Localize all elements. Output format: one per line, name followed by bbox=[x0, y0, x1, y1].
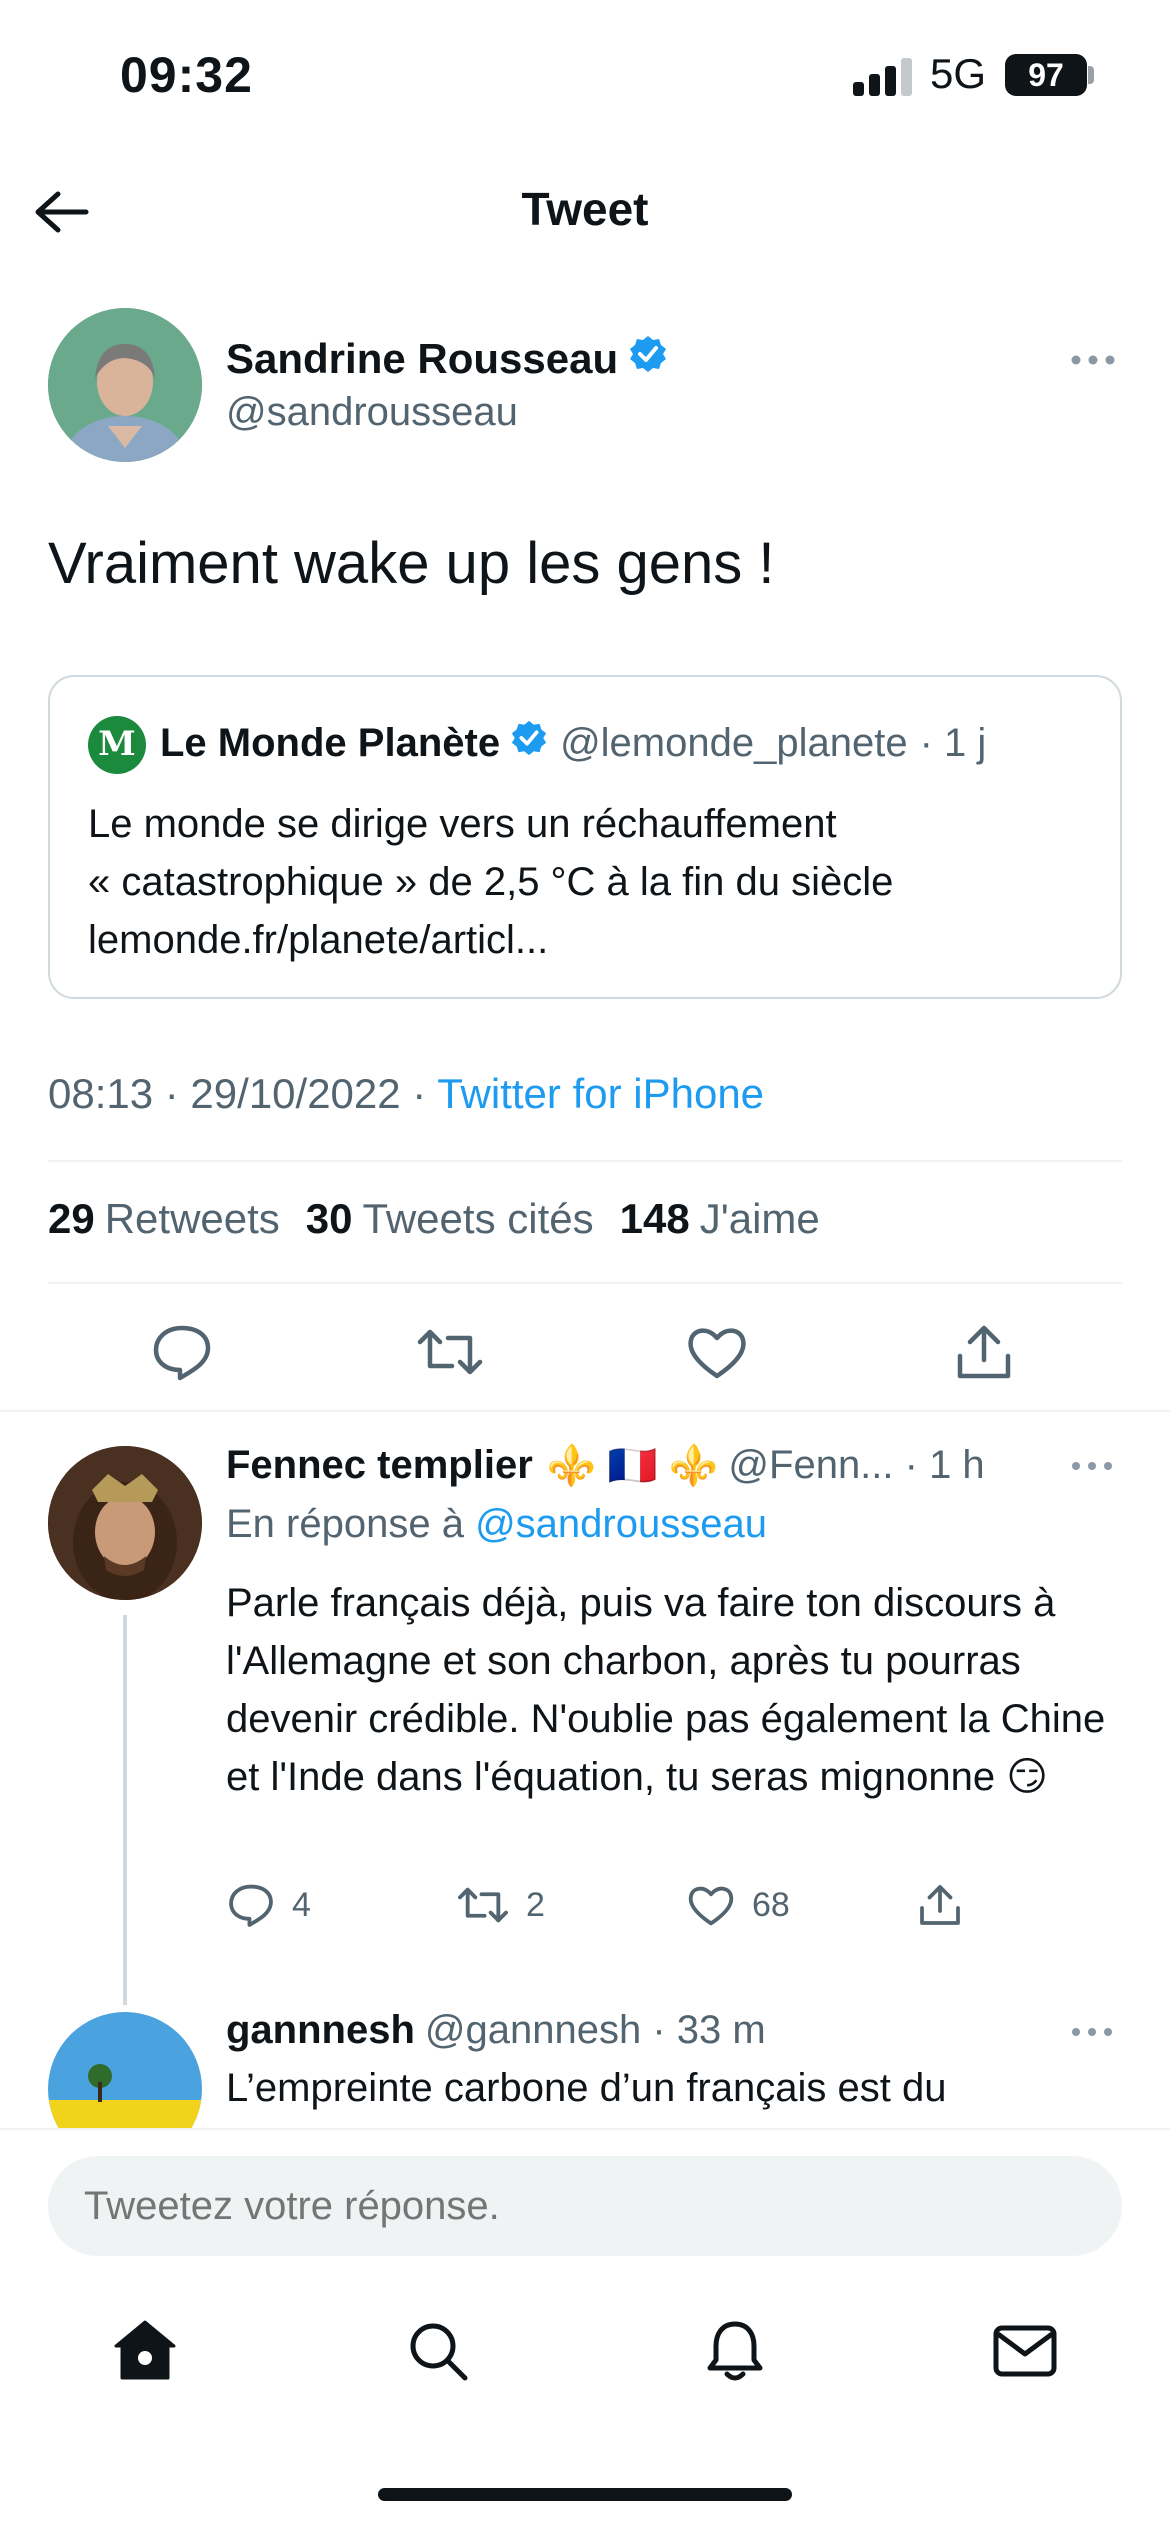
timestamp-text: 08:13 · 29/10/2022 · bbox=[48, 1070, 427, 1117]
reply-count: 4 bbox=[292, 1885, 311, 1924]
header: Tweet bbox=[0, 160, 1170, 260]
more-options-icon[interactable] bbox=[1070, 2014, 1114, 2050]
reply-text: L’empreinte carbone d’un français est du bbox=[226, 2066, 947, 2110]
tweet-text: Vraiment wake up les gens ! bbox=[48, 531, 775, 596]
quoted-time: · 1 j bbox=[919, 720, 987, 765]
quoted-tweet-card[interactable]: M Le Monde Planète @lemonde_planete · 1 … bbox=[48, 675, 1122, 999]
reply-author-emoji: ⚜️ 🇫🇷 ⚜️ bbox=[546, 1444, 719, 1488]
thread-line bbox=[123, 1615, 127, 2005]
avatar[interactable] bbox=[48, 308, 202, 462]
home-indicator bbox=[378, 2488, 792, 2501]
verified-badge-icon bbox=[510, 719, 548, 767]
quotes-stat[interactable]: 30 Tweets cités bbox=[306, 1195, 594, 1243]
reply-author-name[interactable]: Fennec templier bbox=[226, 1443, 533, 1488]
share-icon[interactable] bbox=[952, 1322, 1016, 1382]
divider bbox=[48, 1160, 1122, 1162]
retweets-count: 29 bbox=[48, 1195, 95, 1242]
in-reply-prefix: En réponse à bbox=[226, 1502, 464, 1546]
quoted-author-handle: @lemonde_planete bbox=[560, 720, 908, 765]
retweet-button[interactable]: 2 bbox=[456, 1882, 545, 1928]
search-icon[interactable] bbox=[403, 2316, 473, 2386]
tweet-action-bar bbox=[0, 1300, 1170, 1400]
author-name[interactable]: Sandrine Rousseau bbox=[226, 334, 668, 384]
like-heart-icon[interactable] bbox=[685, 1322, 749, 1382]
likes-count: 148 bbox=[619, 1195, 690, 1242]
quoted-line: Le monde se dirige vers un réchauffement bbox=[88, 802, 837, 846]
share-icon[interactable] bbox=[916, 1882, 964, 1928]
quotes-label: Tweets cités bbox=[362, 1195, 594, 1242]
retweet-count: 2 bbox=[526, 1885, 545, 1924]
like-count: 68 bbox=[752, 1885, 790, 1924]
reply-icon[interactable] bbox=[150, 1322, 214, 1382]
likes-stat[interactable]: 148 J'aime bbox=[620, 1195, 820, 1243]
avatar[interactable] bbox=[48, 1446, 202, 1600]
reply-action-bar: 4 2 68 bbox=[226, 1882, 1106, 1942]
status-time: 09:32 bbox=[120, 47, 253, 103]
divider bbox=[0, 1410, 1170, 1412]
in-reply-handle-link[interactable]: @sandrousseau bbox=[475, 1502, 767, 1546]
tweet-stats: 29 Retweets 30 Tweets cités 148 J'aime bbox=[48, 1195, 820, 1243]
verified-badge-icon bbox=[628, 334, 668, 384]
notifications-bell-icon[interactable] bbox=[700, 2316, 770, 2386]
home-icon[interactable] bbox=[110, 2316, 180, 2386]
messages-mail-icon[interactable] bbox=[990, 2316, 1060, 2386]
page-title: Tweet bbox=[521, 183, 649, 235]
reply-header: Fennec templier ⚜️ 🇫🇷 ⚜️ @Fenn... · 1 h bbox=[226, 1442, 985, 1489]
network-label: 5G bbox=[930, 50, 987, 97]
retweet-icon[interactable] bbox=[416, 1322, 483, 1382]
divider bbox=[48, 1282, 1122, 1284]
quoted-link: lemonde.fr/planete/articl... bbox=[88, 918, 549, 962]
like-button[interactable]: 68 bbox=[686, 1882, 790, 1928]
retweets-label: Retweets bbox=[104, 1195, 280, 1242]
more-options-icon[interactable] bbox=[1068, 340, 1118, 380]
battery-cap bbox=[1088, 66, 1094, 84]
reply-compose-input[interactable] bbox=[48, 2156, 1122, 2256]
in-reply-to: En réponse à @sandrousseau bbox=[226, 1502, 767, 1547]
status-bar: 09:32 5G 97 bbox=[0, 0, 1170, 150]
reply-header: gannnesh @gannnesh · 33 m bbox=[226, 2008, 766, 2053]
reply-author-name[interactable]: gannnesh bbox=[226, 2008, 415, 2053]
reply-author-handle[interactable]: @gannnesh · 33 m bbox=[425, 2008, 766, 2053]
quoted-line: « catastrophique » de 2,5 °C à la fin du… bbox=[88, 860, 894, 904]
author-handle[interactable]: @sandrousseau bbox=[226, 390, 518, 435]
quoted-tweet-text: Le monde se dirige vers un réchauffement… bbox=[88, 795, 1088, 969]
battery-icon: 97 bbox=[1005, 54, 1087, 96]
retweets-stat[interactable]: 29 Retweets bbox=[48, 1195, 280, 1243]
tweet-source-link[interactable]: Twitter for iPhone bbox=[437, 1070, 764, 1117]
quoted-author-name: Le Monde Planète bbox=[160, 720, 501, 765]
author-name-text: Sandrine Rousseau bbox=[226, 335, 619, 382]
reply-author-handle[interactable]: @Fenn... · 1 h bbox=[728, 1443, 984, 1488]
likes-label: J'aime bbox=[699, 1195, 820, 1242]
quoted-tweet-header: Le Monde Planète @lemonde_planete · 1 j bbox=[160, 719, 986, 767]
le-monde-logo-icon: M bbox=[88, 716, 146, 774]
quotes-count: 30 bbox=[305, 1195, 353, 1242]
more-options-icon[interactable] bbox=[1070, 1448, 1114, 1484]
reply-text: Parle français déjà, puis va faire ton d… bbox=[226, 1581, 1106, 1799]
reply-button[interactable]: 4 bbox=[226, 1882, 311, 1928]
signal-icon bbox=[853, 56, 913, 96]
tweet-timestamp: 08:13 · 29/10/2022 · Twitter for iPhone bbox=[48, 1070, 764, 1118]
